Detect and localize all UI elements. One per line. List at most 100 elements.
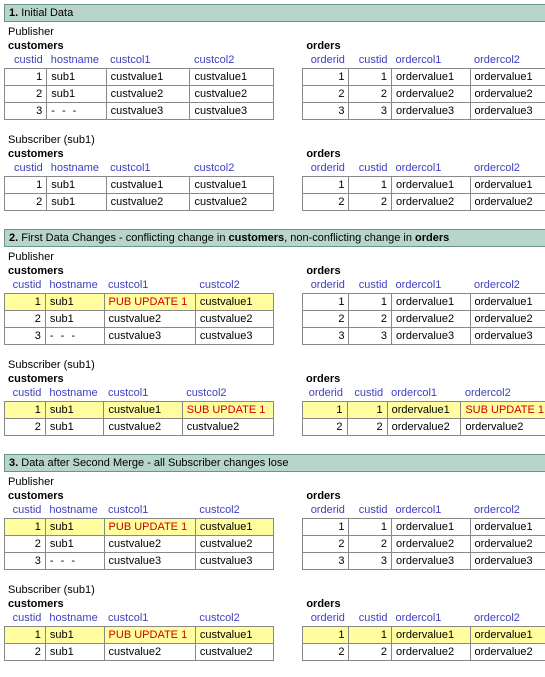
col-header: ordercol2 xyxy=(470,52,545,69)
table-row: 33ordervalue3ordervalue3 xyxy=(303,553,545,570)
table-row: 1sub1custvalue1custvalue1 xyxy=(5,69,274,86)
table-row: 2sub1custvalue2custvalue2 xyxy=(5,536,274,553)
col-header: custid xyxy=(349,160,392,177)
orders-table: orderidcustidordercol1ordercol211orderva… xyxy=(302,160,545,211)
col-header: custcol1 xyxy=(106,52,190,69)
col-header: hostname xyxy=(45,610,104,627)
col-header: hostname xyxy=(45,385,104,402)
col-header: custcol1 xyxy=(104,385,182,402)
col-header: custid xyxy=(349,610,392,627)
table-title-customers: customers xyxy=(8,373,274,385)
table-title-orders: orders xyxy=(306,148,545,160)
table-title-orders: orders xyxy=(306,40,545,52)
col-header: ordercol1 xyxy=(392,52,470,69)
col-header: custcol1 xyxy=(104,277,195,294)
table-title-customers: customers xyxy=(8,598,274,610)
col-header: ordercol1 xyxy=(392,610,470,627)
table-row: 11ordervalue1ordervalue1 xyxy=(303,69,545,86)
customers-table: custidhostnamecustcol1custcol21sub1custv… xyxy=(4,385,274,436)
table-row: 22ordervalue2ordervalue2 xyxy=(303,419,545,436)
table-row: 33ordervalue3ordervalue3 xyxy=(303,328,545,345)
table-row: 2sub1custvalue2custvalue2 xyxy=(5,86,274,103)
table-row: 22ordervalue2ordervalue2 xyxy=(303,311,545,328)
col-header: custid xyxy=(349,502,392,519)
table-row: 2sub1custvalue2custvalue2 xyxy=(5,311,274,328)
section-header: 2. First Data Changes - conflicting chan… xyxy=(4,229,545,247)
table-row: 1sub1custvalue1custvalue1 xyxy=(5,177,274,194)
table-title-orders: orders xyxy=(306,490,545,502)
table-row: 1sub1PUB UPDATE 1custvalue1 xyxy=(5,519,274,536)
table-row: 1sub1PUB UPDATE 1custvalue1 xyxy=(5,627,274,644)
publisher-tables: customerscustidhostnamecustcol1custcol21… xyxy=(4,488,545,570)
col-header: hostname xyxy=(47,160,106,177)
col-header: custcol2 xyxy=(190,52,274,69)
publisher-tables: customerscustidhostnamecustcol1custcol21… xyxy=(4,38,545,120)
table-row: 11ordervalue1ordervalue1 xyxy=(303,627,545,644)
col-header: custcol2 xyxy=(195,277,273,294)
col-header: orderid xyxy=(303,160,349,177)
customers-table: custidhostnamecustcol1custcol21sub1PUB U… xyxy=(4,610,274,661)
section-header: 3. Data after Second Merge - all Subscri… xyxy=(4,454,545,472)
col-header: orderid xyxy=(303,277,349,294)
col-header: custid xyxy=(349,277,392,294)
table-row: 22ordervalue2ordervalue2 xyxy=(303,644,545,661)
table-row: 22ordervalue2ordervalue2 xyxy=(303,536,545,553)
col-header: custid xyxy=(347,385,387,402)
col-header: orderid xyxy=(303,52,349,69)
section-header: 1. Initial Data xyxy=(4,4,545,22)
role-label-publisher: Publisher xyxy=(8,26,545,38)
table-row: 2sub1custvalue2custvalue2 xyxy=(5,194,274,211)
role-label-publisher: Publisher xyxy=(8,251,545,263)
col-header: hostname xyxy=(45,277,104,294)
col-header: custcol2 xyxy=(195,502,273,519)
col-header: ordercol2 xyxy=(470,610,545,627)
subscriber-tables: customerscustidhostnamecustcol1custcol21… xyxy=(4,146,545,211)
col-header: ordercol2 xyxy=(470,502,545,519)
table-row: 22ordervalue2ordervalue2 xyxy=(303,194,545,211)
col-header: ordercol1 xyxy=(392,160,470,177)
col-header: custid xyxy=(5,610,46,627)
orders-table: orderidcustidordercol1ordercol211orderva… xyxy=(302,502,545,570)
table-title-orders: orders xyxy=(306,598,545,610)
col-header: custcol2 xyxy=(182,385,273,402)
table-row: 3- - -custvalue3custvalue3 xyxy=(5,328,274,345)
subscriber-tables: customerscustidhostnamecustcol1custcol21… xyxy=(4,596,545,661)
col-header: hostname xyxy=(47,52,106,69)
col-header: custid xyxy=(5,502,46,519)
role-label-subscriber: Subscriber (sub1) xyxy=(8,584,545,596)
col-header: hostname xyxy=(45,502,104,519)
orders-table: orderidcustidordercol1ordercol211orderva… xyxy=(302,610,545,661)
table-row: 11ordervalue1ordervalue1 xyxy=(303,519,545,536)
col-header: ordercol1 xyxy=(392,502,470,519)
orders-table: orderidcustidordercol1ordercol211orderva… xyxy=(302,52,545,120)
publisher-tables: customerscustidhostnamecustcol1custcol21… xyxy=(4,263,545,345)
table-row: 3- - -custvalue3custvalue3 xyxy=(5,103,274,120)
customers-table: custidhostnamecustcol1custcol21sub1PUB U… xyxy=(4,277,274,345)
col-header: ordercol1 xyxy=(392,277,470,294)
table-row: 33ordervalue3ordervalue3 xyxy=(303,103,545,120)
col-header: ordercol2 xyxy=(470,277,545,294)
customers-table: custidhostnamecustcol1custcol21sub1PUB U… xyxy=(4,502,274,570)
table-row: 2sub1custvalue2custvalue2 xyxy=(5,419,274,436)
table-title-orders: orders xyxy=(306,373,545,385)
table-title-customers: customers xyxy=(8,148,274,160)
table-title-orders: orders xyxy=(306,265,545,277)
customers-table: custidhostnamecustcol1custcol21sub1custv… xyxy=(4,160,274,211)
customers-table: custidhostnamecustcol1custcol21sub1custv… xyxy=(4,52,274,120)
table-row: 2sub1custvalue2custvalue2 xyxy=(5,644,274,661)
col-header: ordercol2 xyxy=(470,160,545,177)
table-title-customers: customers xyxy=(8,265,274,277)
table-row: 11ordervalue1ordervalue1 xyxy=(303,177,545,194)
col-header: custid xyxy=(5,160,47,177)
col-header: custcol1 xyxy=(104,502,195,519)
col-header: custcol1 xyxy=(106,160,190,177)
col-header: orderid xyxy=(303,502,349,519)
table-row: 11ordervalue1ordervalue1 xyxy=(303,294,545,311)
orders-table: orderidcustidordercol1ordercol211orderva… xyxy=(302,385,545,436)
col-header: ordercol1 xyxy=(387,385,461,402)
col-header: custcol2 xyxy=(195,610,273,627)
table-row: 3- - -custvalue3custvalue3 xyxy=(5,553,274,570)
table-row: 11ordervalue1SUB UPDATE 1 xyxy=(303,402,545,419)
role-label-subscriber: Subscriber (sub1) xyxy=(8,134,545,146)
table-row: 1sub1custvalue1SUB UPDATE 1 xyxy=(5,402,274,419)
